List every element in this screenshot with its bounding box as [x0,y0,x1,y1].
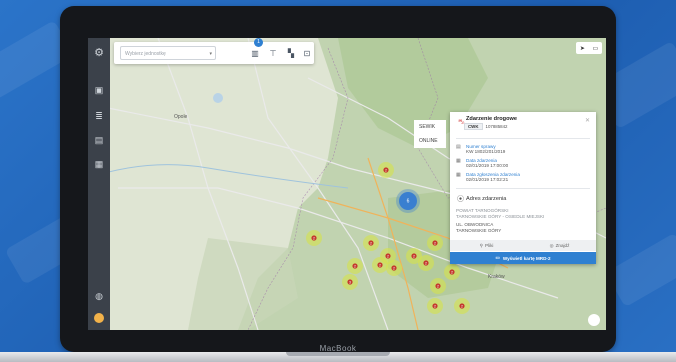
popup-type-code: CWK [464,123,483,130]
city-label-opole: Opole [174,114,188,120]
field-value: 02/01/2019 17:00:00 [466,163,509,168]
cluster-marker[interactable]: 2 [427,298,443,314]
cluster-count: 2 [354,264,356,268]
cluster-count: 2 [425,261,427,265]
app-screen: 2 6 2 2 3 2 2 2 2 2 2 2 2 2 2 2 Opole Kraków ⚙ ▣ ≣ ▤ ▦ … [88,38,606,330]
address-line: UL. OBWODNICA [456,222,494,227]
calendar-icon[interactable]: ▦ [88,156,110,172]
location-pin-icon: ⦿ [457,196,464,203]
layer-sewik[interactable]: SEWIK [414,120,446,134]
cluster-count: 2 [461,304,463,308]
unit-select[interactable]: Wybierz jednostkę ▾ [120,46,216,60]
cluster-count: 6 [407,198,410,204]
cluster-count: 2 [437,284,439,288]
cluster-marker[interactable]: 2 [444,264,460,280]
sidebar: ⚙ ▣ ≣ ▤ ▦ ◍ [88,38,110,330]
field-value: KW 1802/201/2019 [466,149,506,154]
top-toolbar: Wybierz jednostkę ▾ ▥ 1 ⊤ ▚ ⊡ [114,38,314,64]
print-icon[interactable]: ▭ [592,45,598,52]
popup-id: 107885842 [485,124,508,129]
cluster-marker[interactable]: 3 [342,274,358,290]
cursor-icon[interactable]: ➤ [580,45,585,52]
show-mrd2-card-label: Wyświetl kartę MRD-2 [502,255,551,261]
cluster-count: 2 [387,254,389,258]
files-label: Pliki [484,243,494,248]
calendar-icon: ▦ [456,158,461,164]
cluster-marker[interactable]: 2 [427,235,443,251]
address-line: TARNOWSKIE GÓRY - OSIEDLE MIEJSKI [456,214,545,219]
calendar-icon: ▦ [456,172,461,178]
cluster-count: 2 [370,241,372,245]
close-icon[interactable]: ✕ [585,117,590,124]
cluster-count: 2 [451,270,453,274]
cluster-marker[interactable]: 2 [306,230,322,246]
document-icon: ▤ [456,144,461,150]
cluster-marker[interactable]: 2 [378,162,394,178]
cluster-marker[interactable]: 2 [380,248,396,264]
map-layers-icon[interactable]: ▚ [284,46,298,60]
cluster-count: 3 [349,280,351,284]
settings-gear-icon[interactable]: ⚙ [88,44,110,60]
layer-online[interactable]: ONLINE [414,134,446,148]
event-popup: ⛍ Zdarzenie drogowe CWK 107885842 ✕ ▤ Num… [450,112,596,264]
unit-select-placeholder: Wybierz jednostkę [125,51,166,57]
popup-footer: ⚲ Pliki ◎ Znajdź [450,240,596,251]
field-value: 02/01/2019 17:02:21 [466,177,509,182]
find-button[interactable]: ◎ Znajdź [523,240,596,251]
paperclip-icon: ⚲ [479,242,483,248]
files-button[interactable]: ⚲ Pliki [450,240,523,251]
cluster-marker[interactable]: 2 [430,278,446,294]
layers-icon[interactable]: ≣ [88,108,110,124]
globe-icon[interactable]: ◍ [88,288,110,304]
cluster-marker[interactable]: 2 [363,235,379,251]
laptop-notch [286,352,390,356]
address-line: POWIAT TARNOGÓRSKI [456,208,509,213]
map-icon[interactable]: ▣ [88,82,110,98]
filter-badge: 1 [254,38,263,47]
cluster-marker[interactable]: 2 [347,258,363,274]
divider [456,138,590,139]
cluster-count: 2 [413,254,415,258]
cluster-marker[interactable]: 2 [454,298,470,314]
address-title: Adres zdarzenia [466,196,507,202]
city-label-krakow: Kraków [488,274,505,280]
cluster-count: 2 [434,304,436,308]
show-mrd2-card-button[interactable]: ▭ Wyświetl kartę MRD-2 [450,252,596,264]
measure-icon[interactable]: ⊡ [300,46,314,60]
user-avatar-icon[interactable] [88,310,110,326]
target-icon: ◎ [549,242,554,248]
map-tools: ➤ ▭ [576,42,602,54]
card-icon: ▭ [495,255,500,260]
cluster-count: 2 [313,236,315,240]
address-line: TARNOWSKIE GÓRY [456,228,502,233]
zoom-control[interactable] [588,314,600,326]
cluster-count: 2 [434,241,436,245]
chevron-down-icon: ▾ [209,51,212,57]
popup-title: Zdarzenie drogowe [466,116,517,122]
cluster-count: 2 [379,263,381,267]
layer-switcher: SEWIK ONLINE [414,120,446,148]
popup-code: CWK 107885842 [464,123,508,130]
find-label: Znajdź [555,243,570,248]
cluster-marker[interactable]: 6 [396,189,420,213]
cluster-count: 2 [385,168,387,172]
divider [456,188,590,189]
filter-icon[interactable]: ▥ [248,46,262,60]
document-icon[interactable]: ▤ [88,132,110,148]
cluster-count: 2 [393,266,395,270]
funnel-icon[interactable]: ⊤ [266,46,280,60]
cluster-marker[interactable]: 2 [418,255,434,271]
